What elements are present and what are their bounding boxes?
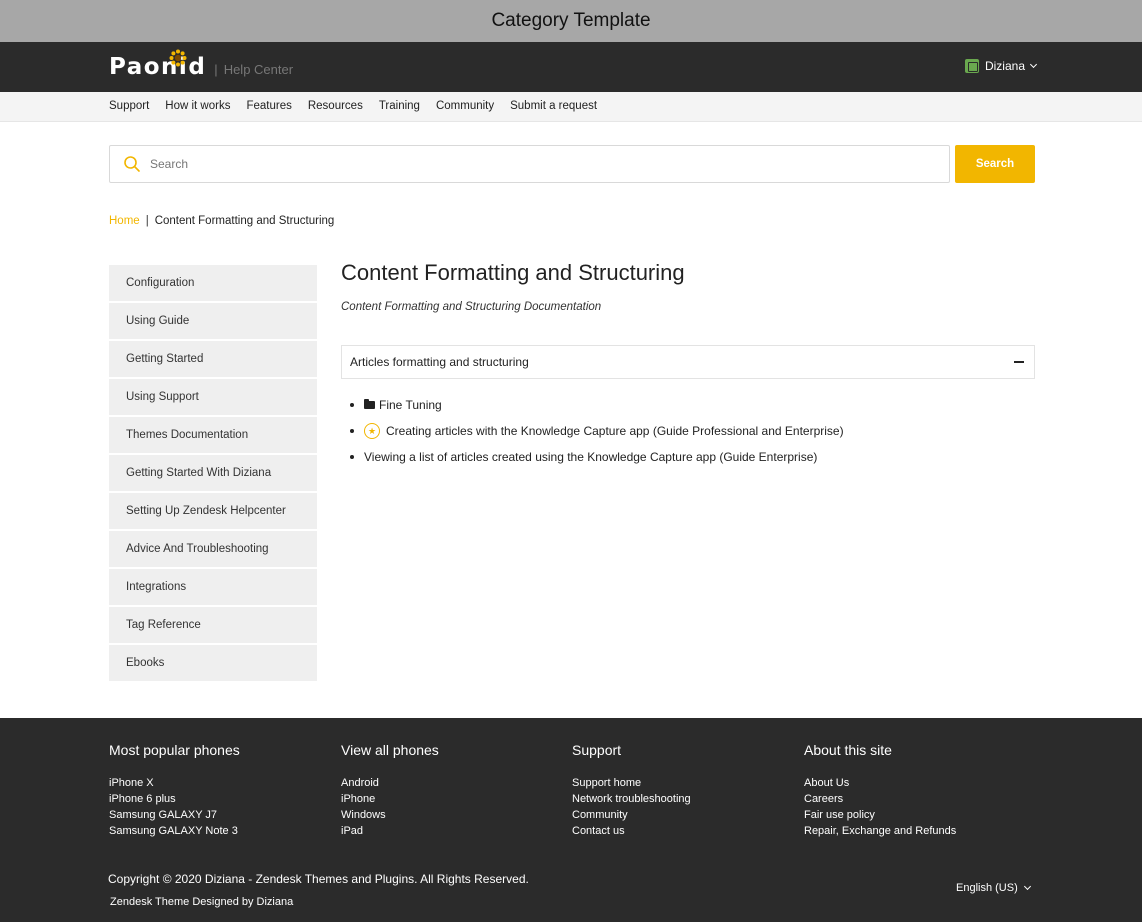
breadcrumb: Home | Content Formatting and Structurin… bbox=[109, 215, 334, 227]
language-label: English (US) bbox=[956, 882, 1018, 894]
bullet-icon bbox=[350, 455, 354, 459]
sidebar-item-getting-started[interactable]: Getting Started bbox=[109, 341, 317, 377]
footer-link[interactable]: Careers bbox=[804, 791, 956, 807]
star-icon: ★ bbox=[364, 423, 380, 439]
avatar bbox=[964, 59, 979, 73]
site-footer: Most popular phones iPhone X iPhone 6 pl… bbox=[0, 718, 1142, 922]
nav-item-community[interactable]: Community bbox=[436, 100, 494, 112]
main-content: Content Formatting and Structuring Conte… bbox=[341, 260, 1035, 470]
minus-icon[interactable] bbox=[1014, 361, 1024, 363]
breadcrumb-current: Content Formatting and Structuring bbox=[154, 215, 335, 227]
footer-link[interactable]: Community bbox=[572, 807, 691, 823]
search-button[interactable]: Search bbox=[955, 145, 1035, 183]
sunflower-icon bbox=[169, 49, 187, 67]
sidebar-item-themes-documentation[interactable]: Themes Documentation bbox=[109, 417, 317, 453]
footer-link[interactable]: iPhone 6 plus bbox=[109, 791, 240, 807]
footer-link[interactable]: iPhone X bbox=[109, 775, 240, 791]
breadcrumb-separator: | bbox=[145, 215, 149, 227]
article-list: Fine Tuning ★ Creating articles with the… bbox=[341, 392, 1035, 470]
footer-link[interactable]: iPhone bbox=[341, 791, 439, 807]
breadcrumb-home-link[interactable]: Home bbox=[109, 215, 140, 227]
sidebar-item-setting-up-helpcenter[interactable]: Setting Up Zendesk Helpcenter bbox=[109, 493, 317, 529]
top-header: Paonid | Help Center Diziana bbox=[0, 42, 1142, 92]
footer-column-about: About this site About Us Careers Fair us… bbox=[804, 742, 956, 839]
section-title: Articles formatting and structuring bbox=[350, 355, 529, 369]
footer-column-title: About this site bbox=[804, 742, 892, 758]
footer-column-popular-phones: Most popular phones iPhone X iPhone 6 pl… bbox=[109, 742, 240, 839]
footer-column-all-phones: View all phones Android iPhone Windows i… bbox=[341, 742, 439, 839]
nav-item-support[interactable]: Support bbox=[109, 100, 149, 112]
language-selector[interactable]: English (US) bbox=[956, 882, 1031, 894]
user-menu[interactable]: Diziana bbox=[964, 59, 1038, 73]
search-input[interactable] bbox=[150, 157, 930, 171]
list-item: Fine Tuning bbox=[341, 392, 1035, 418]
footer-link[interactable]: Fair use policy bbox=[804, 807, 956, 823]
footer-link[interactable]: Repair, Exchange and Refunds bbox=[804, 823, 956, 839]
footer-link[interactable]: About Us bbox=[804, 775, 956, 791]
nav-item-features[interactable]: Features bbox=[246, 100, 291, 112]
nav-item-training[interactable]: Training bbox=[379, 100, 420, 112]
window-title-bar: Category Template bbox=[0, 0, 1142, 42]
footer-column-title: Most popular phones bbox=[109, 742, 240, 758]
category-sidebar: Configuration Using Guide Getting Starte… bbox=[109, 265, 317, 683]
window-title: Category Template bbox=[491, 10, 651, 31]
sidebar-item-tag-reference[interactable]: Tag Reference bbox=[109, 607, 317, 643]
sidebar-item-getting-started-diziana[interactable]: Getting Started With Diziana bbox=[109, 455, 317, 491]
sidebar-item-advice-troubleshooting[interactable]: Advice And Troubleshooting bbox=[109, 531, 317, 567]
footer-link[interactable]: Support home bbox=[572, 775, 691, 791]
article-link[interactable]: Viewing a list of articles created using… bbox=[364, 450, 817, 464]
footer-column-title: Support bbox=[572, 742, 622, 758]
logo[interactable]: Paonid | Help Center bbox=[109, 49, 294, 80]
sidebar-item-integrations[interactable]: Integrations bbox=[109, 569, 317, 605]
nav-item-resources[interactable]: Resources bbox=[308, 100, 363, 112]
chevron-down-icon bbox=[1023, 882, 1031, 891]
search-bar bbox=[109, 145, 950, 183]
footer-column-support: Support Support home Network troubleshoo… bbox=[572, 742, 691, 839]
footer-link[interactable]: Samsung GALAXY Note 3 bbox=[109, 823, 240, 839]
user-name: Diziana bbox=[984, 59, 1025, 73]
bullet-icon bbox=[350, 429, 354, 433]
list-item: Viewing a list of articles created using… bbox=[341, 444, 1035, 470]
page-title: Content Formatting and Structuring bbox=[341, 260, 685, 285]
nav-item-how-it-works[interactable]: How it works bbox=[165, 100, 230, 112]
footer-link[interactable]: Contact us bbox=[572, 823, 691, 839]
footer-link[interactable]: Windows bbox=[341, 807, 439, 823]
nav-item-submit-request[interactable]: Submit a request bbox=[510, 100, 597, 112]
main-nav: Support How it works Features Resources … bbox=[0, 92, 1142, 122]
search-icon bbox=[114, 146, 150, 182]
folder-icon bbox=[364, 399, 375, 409]
logo-subtitle: Help Center bbox=[223, 62, 294, 77]
sidebar-item-ebooks[interactable]: Ebooks bbox=[109, 645, 317, 681]
list-item: ★ Creating articles with the Knowledge C… bbox=[341, 418, 1035, 444]
sidebar-item-using-guide[interactable]: Using Guide bbox=[109, 303, 317, 339]
article-link[interactable]: Fine Tuning bbox=[379, 398, 442, 412]
page-description: Content Formatting and Structuring Docum… bbox=[341, 301, 602, 313]
footer-link[interactable]: Samsung GALAXY J7 bbox=[109, 807, 240, 823]
chevron-down-icon bbox=[1029, 60, 1038, 69]
logo-separator: | bbox=[214, 62, 218, 77]
section-header[interactable]: Articles formatting and structuring bbox=[341, 345, 1035, 379]
footer-link[interactable]: iPad bbox=[341, 823, 439, 839]
logo-text: Paonid bbox=[109, 54, 207, 80]
sidebar-item-configuration[interactable]: Configuration bbox=[109, 265, 317, 301]
footer-link[interactable]: Android bbox=[341, 775, 439, 791]
bullet-icon bbox=[350, 403, 354, 407]
copyright-text: Copyright © 2020 Diziana - Zendesk Theme… bbox=[108, 872, 529, 886]
designed-by-text: Zendesk Theme Designed by Diziana bbox=[110, 896, 294, 908]
sidebar-item-using-support[interactable]: Using Support bbox=[109, 379, 317, 415]
article-link[interactable]: Creating articles with the Knowledge Cap… bbox=[386, 424, 844, 438]
footer-column-title: View all phones bbox=[341, 742, 439, 758]
footer-link[interactable]: Network troubleshooting bbox=[572, 791, 691, 807]
